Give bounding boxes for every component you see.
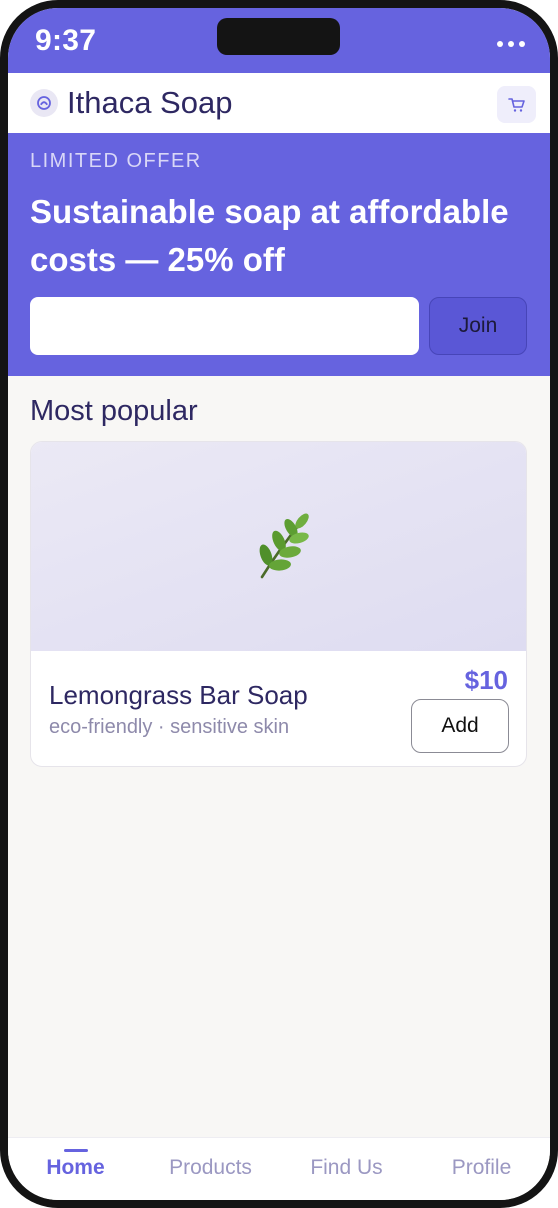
app-title: Ithaca Soap (67, 85, 233, 120)
device-notch (217, 18, 340, 55)
email-input[interactable] (30, 297, 419, 355)
app-header: Ithaca Soap (8, 73, 550, 133)
tab-find-us[interactable]: Find Us (279, 1156, 414, 1180)
phone-frame: 9:37 Ithaca Soap LIMITED OFFER Sustainab… (0, 0, 558, 1208)
tab-profile[interactable]: Profile (414, 1156, 549, 1180)
add-to-cart-button[interactable]: Add (411, 699, 509, 753)
active-tab-indicator (64, 1149, 88, 1152)
product-card[interactable]: Lemongrass Bar Soap eco-friendly · sensi… (30, 441, 527, 767)
promo-banner: LIMITED OFFER Sustainable soap at afford… (8, 133, 550, 376)
product-name: Lemongrass Bar Soap (49, 680, 308, 710)
promo-eyebrow: LIMITED OFFER (30, 150, 202, 172)
herb-leaf-icon (259, 513, 309, 578)
cart-button[interactable] (497, 86, 536, 123)
product-price: $10 (464, 665, 508, 695)
product-tags: eco-friendly · sensitive skin (49, 716, 290, 738)
smile-circle-icon (30, 89, 58, 117)
join-button[interactable]: Join (429, 297, 527, 355)
section-title: Most popular (30, 395, 198, 427)
bottom-nav: Home Products Find Us Profile (8, 1137, 550, 1200)
tab-products[interactable]: Products (143, 1156, 278, 1180)
status-time: 9:37 (35, 24, 97, 57)
status-bar: 9:37 (8, 8, 550, 73)
tab-home[interactable]: Home (8, 1156, 143, 1180)
product-image (31, 442, 526, 651)
cart-icon (507, 97, 525, 112)
more-dots-icon (497, 41, 525, 47)
promo-headline: Sustainable soap at affordable costs — 2… (30, 193, 509, 278)
